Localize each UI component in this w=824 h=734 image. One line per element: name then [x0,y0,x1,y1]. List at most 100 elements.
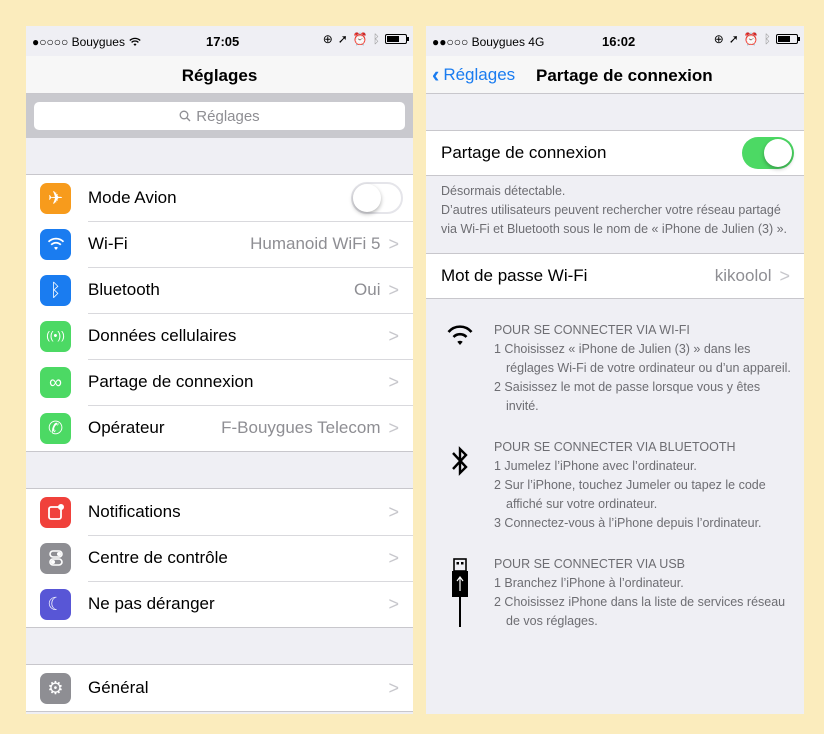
alarm-icon: ⏰ [743,32,759,46]
bluetooth-icon [452,446,468,476]
location-icon: ➚ [728,32,739,46]
settings-item-value: F-Bouygues Telecom [221,418,381,437]
settings-item-notifications[interactable]: Notifications > [26,489,413,535]
wifi-password-label: Mot de passe Wi-Fi [441,266,588,285]
bluetooth-instructions-title: POUR SE CONNECTER VIA BLUETOOTH [494,440,736,454]
battery-icon [776,34,800,44]
settings-item-cellular[interactable]: ((•)) Données cellulaires > [26,313,413,359]
usb-step: 1 Branchez l’iPhone à l’ordinateur. [494,576,684,590]
usb-step: 2 Choisissez iPhone dans la liste de ser… [494,595,786,628]
settings-item-label: Données cellulaires [88,326,237,345]
notifications-icon [40,496,71,528]
bluetooth-status-icon: ᛒ [763,32,771,46]
bluetooth-icon: ᛒ [40,274,71,306]
airplane-toggle[interactable] [351,182,403,214]
settings-item-label: Notifications [88,502,181,521]
usb-instructions-title: POUR SE CONNECTER VIA USB [494,557,686,571]
carrier-label: ●●○○○ Bouygues 4G [432,35,545,49]
chevron-right-icon: > [388,233,399,254]
status-bar: ●●○○○ Bouygues 4G 16:02 ⊕ ➚ ⏰ ᛒ [426,26,804,56]
page-title: Partage de connexion [536,66,713,85]
settings-item-general[interactable]: ⚙ Général > [26,665,413,711]
settings-item-control-center[interactable]: Centre de contrôle > [26,535,413,581]
wifi-step: 2 Saisissez le mot de passe lorsque vous… [494,380,761,413]
settings-item-do-not-disturb[interactable]: ☾ Ne pas déranger > [26,581,413,627]
chevron-right-icon: > [388,371,399,392]
settings-item-wifi[interactable]: Wi-Fi Humanoid WiFi 5 > [26,221,413,267]
hotspot-label: Partage de connexion [441,143,607,162]
chevron-right-icon: > [388,501,399,522]
gear-icon: ⚙ [40,672,71,704]
chevron-right-icon: > [779,265,790,286]
settings-item-label: Bluetooth [88,280,160,299]
search-input[interactable]: Réglages [34,102,405,130]
carrier-label: ●○○○○ Bouygues [32,35,125,49]
settings-item-bluetooth[interactable]: ᛒ Bluetooth Oui > [26,267,413,313]
bluetooth-status-icon: ᛒ [372,32,380,46]
hotspot-footer: Désormais détectable. D’autres utilisate… [426,176,804,239]
bluetooth-instructions: POUR SE CONNECTER VIA BLUETOOTH 1 Jumele… [426,438,804,533]
chevron-right-icon: > [388,547,399,568]
cellular-icon: ((•)) [40,320,71,352]
navbar: ‹ Réglages Partage de connexion [426,56,804,94]
chevron-right-icon: > [388,593,399,614]
airplane-icon: ✈ [40,182,71,214]
orientation-lock-icon: ⊕ [322,32,333,46]
clock: 17:05 [206,34,240,49]
wifi-instructions: POUR SE CONNECTER VIA WI-FI 1 Choisissez… [426,321,804,416]
clock: 16:02 [602,34,636,49]
page-title: Réglages [181,66,258,85]
discoverable-text: Désormais détectable. [441,184,566,198]
bluetooth-step: 1 Jumelez l’iPhone avec l’ordinateur. [494,459,697,473]
settings-group-system: Notifications > Centre de contrôle > ☾ N… [26,488,413,628]
wifi-signal-icon [129,37,141,46]
status-bar: ●○○○○ Bouygues 17:05 ⊕ ➚ ⏰ ᛒ [26,26,413,56]
settings-item-label: Centre de contrôle [88,548,228,567]
wifi-password-value: kikoolol [714,266,772,285]
settings-item-label: Wi-Fi [88,234,128,253]
settings-item-label: Opérateur [88,418,165,437]
phone-icon: ✆ [40,412,71,444]
chevron-left-icon: ‹ [432,62,440,87]
usb-cable-icon [452,558,468,627]
battery-icon [385,34,409,44]
chevron-right-icon: > [388,677,399,698]
settings-item-label: Ne pas déranger [88,594,215,613]
navbar: Réglages [26,56,413,94]
hotspot-screen: ●●○○○ Bouygues 4G 16:02 ⊕ ➚ ⏰ ᛒ ‹ Réglag… [426,26,804,714]
location-icon: ➚ [337,32,348,46]
moon-icon: ☾ [40,588,71,620]
search-icon [179,110,191,122]
hotspot-icon: ∞ [40,366,71,398]
bluetooth-step: 3 Connectez-vous à l’iPhone depuis l’ord… [494,516,762,530]
settings-item-airplane[interactable]: ✈ Mode Avion [26,175,413,221]
orientation-lock-icon: ⊕ [713,32,724,46]
alarm-icon: ⏰ [352,32,368,46]
settings-item-label: Partage de connexion [88,372,254,391]
control-center-icon [40,542,71,574]
settings-item-hotspot[interactable]: ∞ Partage de connexion > [26,359,413,405]
hotspot-toggle[interactable] [742,137,794,169]
wifi-icon [447,325,473,345]
wifi-instructions-title: POUR SE CONNECTER VIA WI-FI [494,323,690,337]
settings-screen: ●○○○○ Bouygues 17:05 ⊕ ➚ ⏰ ᛒ Réglages Ré… [26,26,413,714]
settings-item-label: Mode Avion [88,188,177,207]
bluetooth-step: 2 Sur l’iPhone, touchez Jumeler ou tapez… [494,478,766,511]
settings-item-value: Oui [354,280,381,299]
search-placeholder: Réglages [196,107,260,125]
wifi-password-row[interactable]: Mot de passe Wi-Fi kikoolol > [426,253,804,299]
settings-item-label: Général [88,678,149,697]
wifi-step: 1 Choisissez « iPhone de Julien (3) » da… [494,342,791,375]
back-label: Réglages [443,65,516,84]
chevron-right-icon: > [388,325,399,346]
back-button[interactable]: ‹ Réglages [432,62,516,87]
chevron-right-icon: > [388,279,399,300]
settings-group-general: ⚙ Général > [26,664,413,712]
settings-group-connectivity: ✈ Mode Avion Wi-Fi Humanoid WiFi 5 > ᛒ B… [26,174,413,452]
settings-item-carrier[interactable]: ✆ Opérateur F-Bouygues Telecom > [26,405,413,451]
hotspot-toggle-row: Partage de connexion [426,130,804,176]
discoverable-description: D’autres utilisateurs peuvent rechercher… [441,203,788,236]
wifi-icon [40,228,71,260]
usb-instructions: POUR SE CONNECTER VIA USB 1 Branchez l’i… [426,555,804,631]
chevron-right-icon: > [388,417,399,438]
